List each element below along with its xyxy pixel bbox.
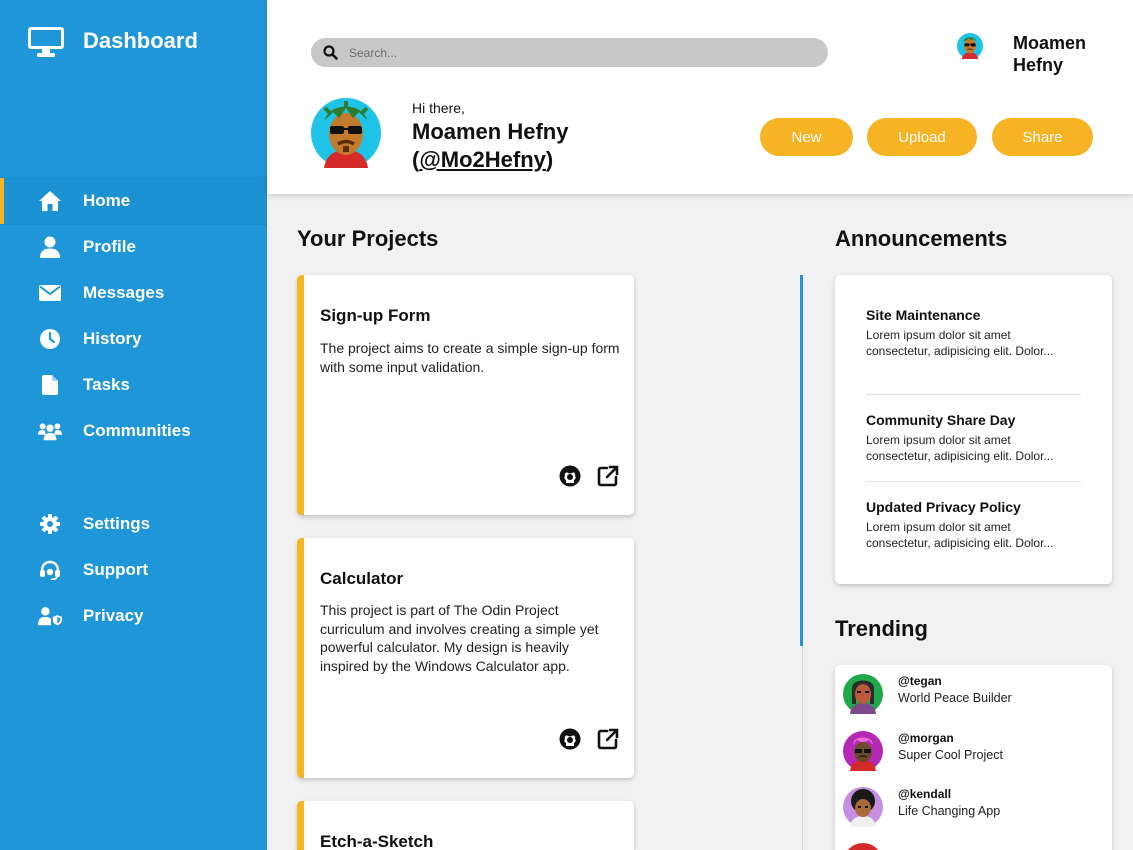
announcement-title: Community Share Day xyxy=(866,412,1016,428)
headset-icon xyxy=(38,558,62,582)
sidebar-item-label: Messages xyxy=(83,283,165,302)
announcements-title: Announcements xyxy=(835,226,1008,251)
trending-item[interactable]: @tegan World Peace Builder xyxy=(843,674,1103,714)
trending-project: World Peace Builder xyxy=(898,691,1012,705)
trending-handle: @tegan xyxy=(898,674,942,688)
header: Moamen Hefny Hi there, Moamen Hefny (@Mo… xyxy=(267,0,1133,194)
avatar xyxy=(843,674,883,714)
project-actions xyxy=(558,727,620,751)
project-card: Sign-up Form The project aims to create … xyxy=(297,275,634,515)
announcement-item[interactable]: Community Share Day Lorem ipsum dolor si… xyxy=(866,411,1081,464)
greeting-name: Moamen Hefny (@Mo2Hefny) xyxy=(412,118,662,174)
avatar[interactable] xyxy=(957,33,983,59)
sidebar-item-label: Home xyxy=(83,191,131,210)
trending-item[interactable]: @kendall Life Changing App xyxy=(843,787,1103,827)
user-handle-link[interactable]: @Mo2Hefny xyxy=(419,147,546,172)
announcement-text: Lorem ipsum dolor sit amet consectetur, a… xyxy=(866,433,1054,463)
brand-title: Dashboard xyxy=(83,28,198,53)
sidebar-item-history[interactable]: History xyxy=(0,316,267,362)
avatar xyxy=(843,787,883,827)
project-card: Calculator This project is part of The O… xyxy=(297,538,634,778)
external-link-icon[interactable] xyxy=(596,727,620,751)
sidebar-item-label: Settings xyxy=(83,514,151,533)
clock-icon xyxy=(38,327,62,351)
trending-item[interactable]: @morgan Super Cool Project xyxy=(843,731,1103,771)
external-link-icon[interactable] xyxy=(596,464,620,488)
sidebar-item-label: Privacy xyxy=(83,606,144,625)
announcement-item[interactable]: Site Maintenance Lorem ipsum dolor sit a… xyxy=(866,306,1081,359)
search-bar[interactable] xyxy=(311,38,828,67)
trending-title: Trending xyxy=(835,616,928,641)
announcements-card: Site Maintenance Lorem ipsum dolor sit a… xyxy=(835,275,1112,584)
sidebar-secondary-nav: Settings Support Privacy xyxy=(0,501,267,639)
greeting-text: Hi there, xyxy=(412,100,465,116)
sidebar-item-label: Communities xyxy=(83,421,191,440)
user-shield-icon xyxy=(38,604,62,628)
project-actions xyxy=(558,464,620,488)
brand[interactable]: Dashboard xyxy=(27,26,198,58)
project-description: The project aims to create a simple sign… xyxy=(320,340,620,375)
trending-project: Super Cool Project xyxy=(898,748,1003,762)
sidebar-item-label: Tasks xyxy=(83,375,130,394)
sidebar-item-privacy[interactable]: Privacy xyxy=(0,593,267,639)
sidebar-item-profile[interactable]: Profile xyxy=(0,224,267,270)
search-input[interactable] xyxy=(349,43,789,62)
home-icon xyxy=(38,189,62,213)
project-title: Etch-a-Sketch xyxy=(320,832,434,850)
share-button[interactable]: Share xyxy=(992,118,1093,156)
avatar xyxy=(311,98,381,168)
announcement-title: Site Maintenance xyxy=(866,307,981,323)
project-description: This project is part of The Odin Project… xyxy=(320,602,599,674)
project-card: Etch-a-Sketch xyxy=(297,801,634,850)
sidebar-item-label: History xyxy=(83,329,142,348)
sidebar-item-settings[interactable]: Settings xyxy=(0,501,267,547)
file-icon xyxy=(38,373,62,397)
divider xyxy=(866,394,1081,395)
trending-handle: @kendall xyxy=(898,787,952,801)
full-name: Moamen Hefny xyxy=(412,119,569,144)
section-divider-light xyxy=(802,646,803,850)
sidebar-item-support[interactable]: Support xyxy=(0,547,267,593)
user-icon xyxy=(38,235,62,259)
gear-icon xyxy=(38,512,62,536)
github-icon[interactable] xyxy=(558,464,582,488)
sidebar-item-messages[interactable]: Messages xyxy=(0,270,267,316)
envelope-icon xyxy=(38,281,62,305)
announcement-text: Lorem ipsum dolor sit amet consectetur, a… xyxy=(866,328,1054,358)
trending-card: @tegan World Peace Builder @morgan Super… xyxy=(835,665,1112,850)
announcement-text: Lorem ipsum dolor sit amet consectetur, a… xyxy=(866,520,1054,550)
avatar xyxy=(847,843,879,850)
trending-project: Life Changing App xyxy=(898,804,1001,818)
project-title: Calculator xyxy=(320,569,404,588)
trending-handle: @morgan xyxy=(898,731,954,745)
sidebar-item-label: Profile xyxy=(83,237,136,256)
users-icon xyxy=(38,419,62,443)
avatar xyxy=(843,731,883,771)
sidebar-main-nav: Home Profile Messages History Tasks Comm… xyxy=(0,178,267,454)
projects-title: Your Projects xyxy=(297,226,439,251)
project-title: Sign-up Form xyxy=(320,306,431,325)
announcement-item[interactable]: Updated Privacy Policy Lorem ipsum dolor… xyxy=(866,498,1081,551)
sidebar-item-tasks[interactable]: Tasks xyxy=(0,362,267,408)
github-icon[interactable] xyxy=(558,727,582,751)
trending-item[interactable] xyxy=(843,843,1103,850)
new-button[interactable]: New xyxy=(760,118,853,156)
monitor-icon xyxy=(28,27,64,57)
sidebar-item-communities[interactable]: Communities xyxy=(0,408,267,454)
divider xyxy=(866,481,1081,482)
announcement-title: Updated Privacy Policy xyxy=(866,499,1021,515)
sidebar-item-label: Support xyxy=(83,560,149,579)
sidebar-item-home[interactable]: Home xyxy=(0,178,267,224)
header-user-name: Moamen Hefny xyxy=(1013,33,1087,75)
upload-button[interactable]: Upload xyxy=(867,118,977,156)
sidebar: Dashboard Home Profile Messages History xyxy=(0,0,267,850)
section-divider xyxy=(800,275,803,646)
search-icon xyxy=(323,45,338,60)
handle-suffix: ) xyxy=(545,147,554,172)
